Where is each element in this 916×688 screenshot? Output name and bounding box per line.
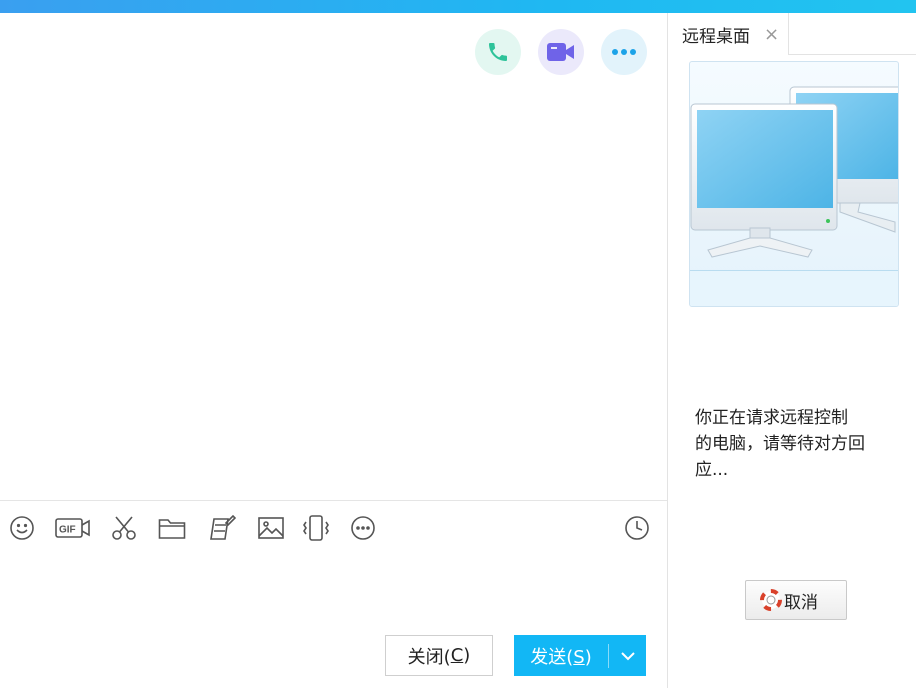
shake-window-button[interactable] xyxy=(301,513,331,543)
close-button[interactable]: 关闭(C) xyxy=(385,635,493,676)
send-button-label: 发送( xyxy=(530,646,574,668)
image-icon xyxy=(258,517,284,539)
screenshot-button[interactable] xyxy=(109,513,139,543)
history-clock-icon xyxy=(625,516,649,540)
send-options-dropdown[interactable] xyxy=(609,651,646,661)
remote-request-status-message: 你正在请求远程控制 的电脑，请等待对方回 应... xyxy=(695,405,895,483)
two-monitors-icon xyxy=(690,86,898,258)
doodle-button[interactable] xyxy=(207,513,237,543)
screenshot-edit-icon xyxy=(210,515,236,540)
status-message-line-2: 的电脑，请等待对方回 xyxy=(695,434,865,454)
video-call-button[interactable] xyxy=(538,29,584,75)
scissors-icon xyxy=(112,516,136,540)
close-button-label: 关闭( xyxy=(407,646,451,668)
phone-icon xyxy=(489,43,507,61)
status-message-line-3: 应... xyxy=(695,460,729,480)
emoji-button[interactable] xyxy=(7,513,37,543)
more-options-button[interactable] xyxy=(601,29,647,75)
chat-panel: GIF 关闭(C) 发送(S) xyxy=(0,13,668,688)
gif-button[interactable]: GIF xyxy=(55,513,91,543)
send-button[interactable]: 发送(S) xyxy=(514,635,646,676)
more-icon xyxy=(351,516,375,540)
send-button-shortcut: S xyxy=(573,646,585,668)
ellipsis-icon xyxy=(612,49,636,55)
tab-remote-desktop[interactable]: 远程桌面 × xyxy=(668,13,789,55)
cancel-button-label: 取消 xyxy=(784,592,818,613)
window-title-bar xyxy=(0,0,916,13)
more-tools-button[interactable] xyxy=(348,513,378,543)
send-button-label-wrap: 发送(S) xyxy=(514,643,608,669)
svg-text:GIF: GIF xyxy=(59,525,76,536)
illustration-caption-strip xyxy=(690,270,898,306)
status-message-line-1: 你正在请求远程控制 xyxy=(695,408,848,428)
send-button-label-end: ) xyxy=(584,646,592,668)
input-toolbar-divider xyxy=(0,500,668,501)
message-history-button[interactable] xyxy=(622,513,652,543)
cancel-request-button[interactable]: 取消 xyxy=(745,580,847,620)
lifebuoy-icon xyxy=(760,589,782,611)
send-file-button[interactable] xyxy=(157,513,187,543)
image-button[interactable] xyxy=(256,513,286,543)
remote-desktop-panel: 远程桌面 × 你正在请求远程控制 的电脑，请等待对方回 应... 取消 xyxy=(668,13,916,688)
tab-bar-divider xyxy=(789,54,916,55)
close-button-shortcut: C xyxy=(450,645,464,666)
voice-call-button[interactable] xyxy=(475,29,521,75)
gif-icon: GIF xyxy=(55,518,90,538)
emoji-icon xyxy=(10,516,34,540)
chevron-down-icon xyxy=(620,651,635,660)
tab-remote-desktop-label: 远程桌面 xyxy=(682,26,750,47)
video-camera-icon xyxy=(547,43,574,61)
folder-icon xyxy=(158,519,186,539)
remote-desktop-illustration xyxy=(689,61,899,307)
shake-icon xyxy=(303,515,329,541)
tab-close-icon[interactable]: × xyxy=(764,24,779,45)
close-button-label-end: ) xyxy=(463,645,471,666)
